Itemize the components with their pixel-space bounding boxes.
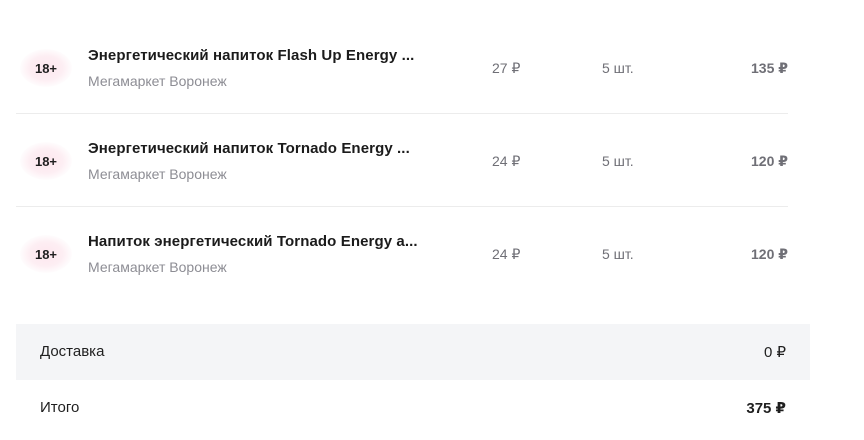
product-title[interactable]: Напиток энергетический Tornado Energy a.…	[88, 233, 453, 250]
order-summary: 18+ Энергетический напиток Flash Up Ener…	[0, 0, 864, 440]
delivery-cost: 0 ₽	[763, 344, 786, 361]
line-total: 120 ₽	[751, 246, 788, 262]
total-row: Итого 375 ₽	[16, 380, 810, 436]
seller-name: Мегамаркет Воронеж	[88, 259, 227, 275]
delivery-row: Доставка 0 ₽	[16, 324, 810, 380]
delivery-label: Доставка	[40, 343, 105, 360]
age-restriction-badge: 18+	[20, 235, 72, 273]
seller-name: Мегамаркет Воронеж	[88, 73, 227, 89]
quantity: 5 шт.	[602, 60, 634, 76]
line-total: 135 ₽	[751, 60, 788, 76]
total-label: Итого	[40, 399, 80, 416]
seller-name: Мегамаркет Воронеж	[88, 166, 227, 182]
age-restriction-badge: 18+	[20, 142, 72, 180]
unit-price: 24 ₽	[492, 246, 521, 262]
order-item-row: 18+ Напиток энергетический Tornado Energ…	[16, 207, 788, 300]
age-restriction-badge: 18+	[20, 49, 72, 87]
order-items-list: 18+ Энергетический напиток Flash Up Ener…	[16, 21, 788, 300]
total-amount: 375 ₽	[746, 400, 786, 417]
order-item-row: 18+ Энергетический напиток Tornado Energ…	[16, 114, 788, 207]
product-title[interactable]: Энергетический напиток Tornado Energy ..…	[88, 140, 453, 157]
order-item-row: 18+ Энергетический напиток Flash Up Ener…	[16, 21, 788, 114]
quantity: 5 шт.	[602, 153, 634, 169]
unit-price: 27 ₽	[492, 60, 521, 76]
line-total: 120 ₽	[751, 153, 788, 169]
quantity: 5 шт.	[602, 246, 634, 262]
unit-price: 24 ₽	[492, 153, 521, 169]
product-title[interactable]: Энергетический напиток Flash Up Energy .…	[88, 47, 453, 64]
